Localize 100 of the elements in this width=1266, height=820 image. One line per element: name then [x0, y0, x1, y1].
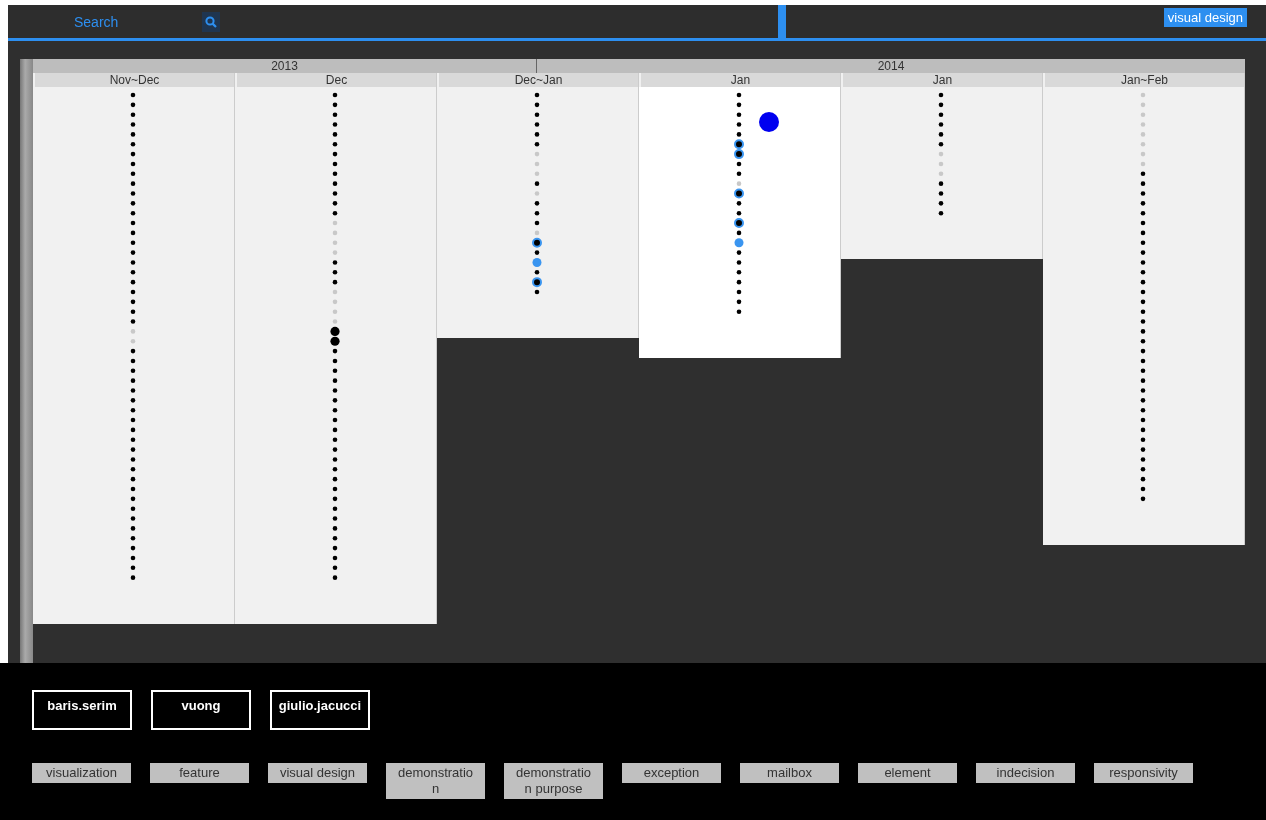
data-dot[interactable]: [332, 270, 338, 275]
data-dot[interactable]: [332, 447, 338, 452]
data-dot[interactable]: [534, 151, 540, 157]
data-dot[interactable]: [534, 92, 540, 98]
data-dot[interactable]: [130, 309, 136, 314]
time-column[interactable]: Jan: [639, 73, 841, 358]
tag-chip[interactable]: feature: [150, 763, 249, 783]
data-dot[interactable]: [130, 526, 136, 531]
data-dot[interactable]: [938, 102, 944, 108]
data-dot[interactable]: [534, 250, 540, 255]
data-dot[interactable]: [130, 338, 136, 344]
data-dot[interactable]: [1140, 289, 1146, 295]
search-field[interactable]: Search: [74, 10, 194, 33]
search-icon[interactable]: [202, 11, 220, 32]
data-dot[interactable]: [332, 171, 338, 177]
data-dot[interactable]: [130, 270, 136, 275]
data-dot[interactable]: [736, 299, 742, 305]
data-dot[interactable]: [332, 191, 338, 196]
data-dot[interactable]: [332, 210, 338, 216]
data-dot[interactable]: [130, 191, 136, 196]
data-dot[interactable]: [736, 201, 742, 206]
data-dot[interactable]: [332, 417, 338, 423]
tag-chip[interactable]: mailbox: [740, 763, 839, 783]
data-dot[interactable]: [1140, 181, 1146, 186]
data-dot[interactable]: [332, 240, 338, 246]
data-dot[interactable]: [532, 277, 542, 288]
data-dot[interactable]: [736, 92, 742, 98]
data-dot[interactable]: [332, 289, 338, 295]
data-dot[interactable]: [736, 250, 742, 255]
data-dot[interactable]: [734, 139, 744, 150]
data-dot[interactable]: [534, 141, 540, 147]
data-dot[interactable]: [534, 181, 540, 186]
data-dot[interactable]: [534, 161, 540, 167]
data-dot[interactable]: [1140, 476, 1146, 482]
user-chip[interactable]: baris.serim: [32, 690, 132, 730]
data-dot[interactable]: [1140, 132, 1146, 137]
tag-chip[interactable]: demonstration: [386, 763, 485, 799]
data-dot[interactable]: [332, 230, 338, 236]
data-dot[interactable]: [1140, 398, 1146, 403]
data-dot[interactable]: [332, 407, 338, 413]
data-dot[interactable]: [330, 326, 340, 336]
data-dot[interactable]: [1140, 240, 1146, 246]
data-dot[interactable]: [736, 210, 742, 216]
data-dot[interactable]: [1140, 437, 1146, 443]
data-dot[interactable]: [534, 122, 540, 127]
data-dot[interactable]: [736, 171, 742, 177]
user-chip[interactable]: vuong: [151, 690, 251, 730]
data-dot[interactable]: [1140, 260, 1146, 265]
data-dot[interactable]: [736, 112, 742, 117]
data-dot[interactable]: [130, 348, 136, 354]
data-dot[interactable]: [1140, 220, 1146, 226]
scroll-bar[interactable]: [20, 59, 33, 663]
data-dot[interactable]: [332, 279, 338, 285]
data-dot[interactable]: [734, 218, 744, 229]
data-dot[interactable]: [1140, 151, 1146, 157]
data-dot[interactable]: [736, 309, 742, 314]
data-dot[interactable]: [1140, 348, 1146, 354]
data-dot[interactable]: [736, 161, 742, 167]
data-dot[interactable]: [534, 132, 540, 137]
data-dot[interactable]: [130, 122, 136, 127]
data-dot[interactable]: [130, 437, 136, 443]
data-dot[interactable]: [130, 545, 136, 551]
data-dot[interactable]: [1140, 250, 1146, 255]
data-dot[interactable]: [532, 237, 542, 248]
data-dot[interactable]: [130, 230, 136, 236]
data-dot[interactable]: [332, 496, 338, 502]
data-dot[interactable]: [1140, 92, 1146, 98]
data-dot[interactable]: [130, 319, 136, 324]
data-dot[interactable]: [332, 181, 338, 186]
data-dot[interactable]: [938, 171, 944, 177]
data-dot[interactable]: [1140, 496, 1146, 502]
data-dot[interactable]: [736, 132, 742, 137]
data-dot[interactable]: [130, 476, 136, 482]
data-dot[interactable]: [332, 102, 338, 108]
data-dot[interactable]: [1140, 279, 1146, 285]
data-dot[interactable]: [534, 112, 540, 117]
data-dot[interactable]: [1140, 210, 1146, 216]
data-dot[interactable]: [130, 516, 136, 521]
data-dot[interactable]: [736, 102, 742, 108]
time-column[interactable]: Jan: [841, 73, 1043, 259]
data-dot[interactable]: [1140, 329, 1146, 334]
data-dot[interactable]: [1140, 467, 1146, 472]
data-dot[interactable]: [130, 299, 136, 305]
data-dot[interactable]: [130, 467, 136, 472]
data-dot[interactable]: [332, 516, 338, 521]
data-dot[interactable]: [332, 309, 338, 314]
data-dot[interactable]: [1140, 368, 1146, 374]
data-dot[interactable]: [130, 388, 136, 393]
data-dot[interactable]: [736, 270, 742, 275]
data-dot[interactable]: [332, 368, 338, 374]
data-dot[interactable]: [1140, 161, 1146, 167]
data-dot[interactable]: [332, 141, 338, 147]
data-dot[interactable]: [1140, 299, 1146, 305]
time-column[interactable]: Dec: [235, 73, 437, 624]
data-dot[interactable]: [1140, 407, 1146, 413]
data-dot[interactable]: [332, 319, 338, 324]
data-dot[interactable]: [1140, 201, 1146, 206]
data-dot[interactable]: [938, 132, 944, 137]
data-dot[interactable]: [1140, 338, 1146, 344]
tag-chip[interactable]: demonstration purpose: [504, 763, 603, 799]
